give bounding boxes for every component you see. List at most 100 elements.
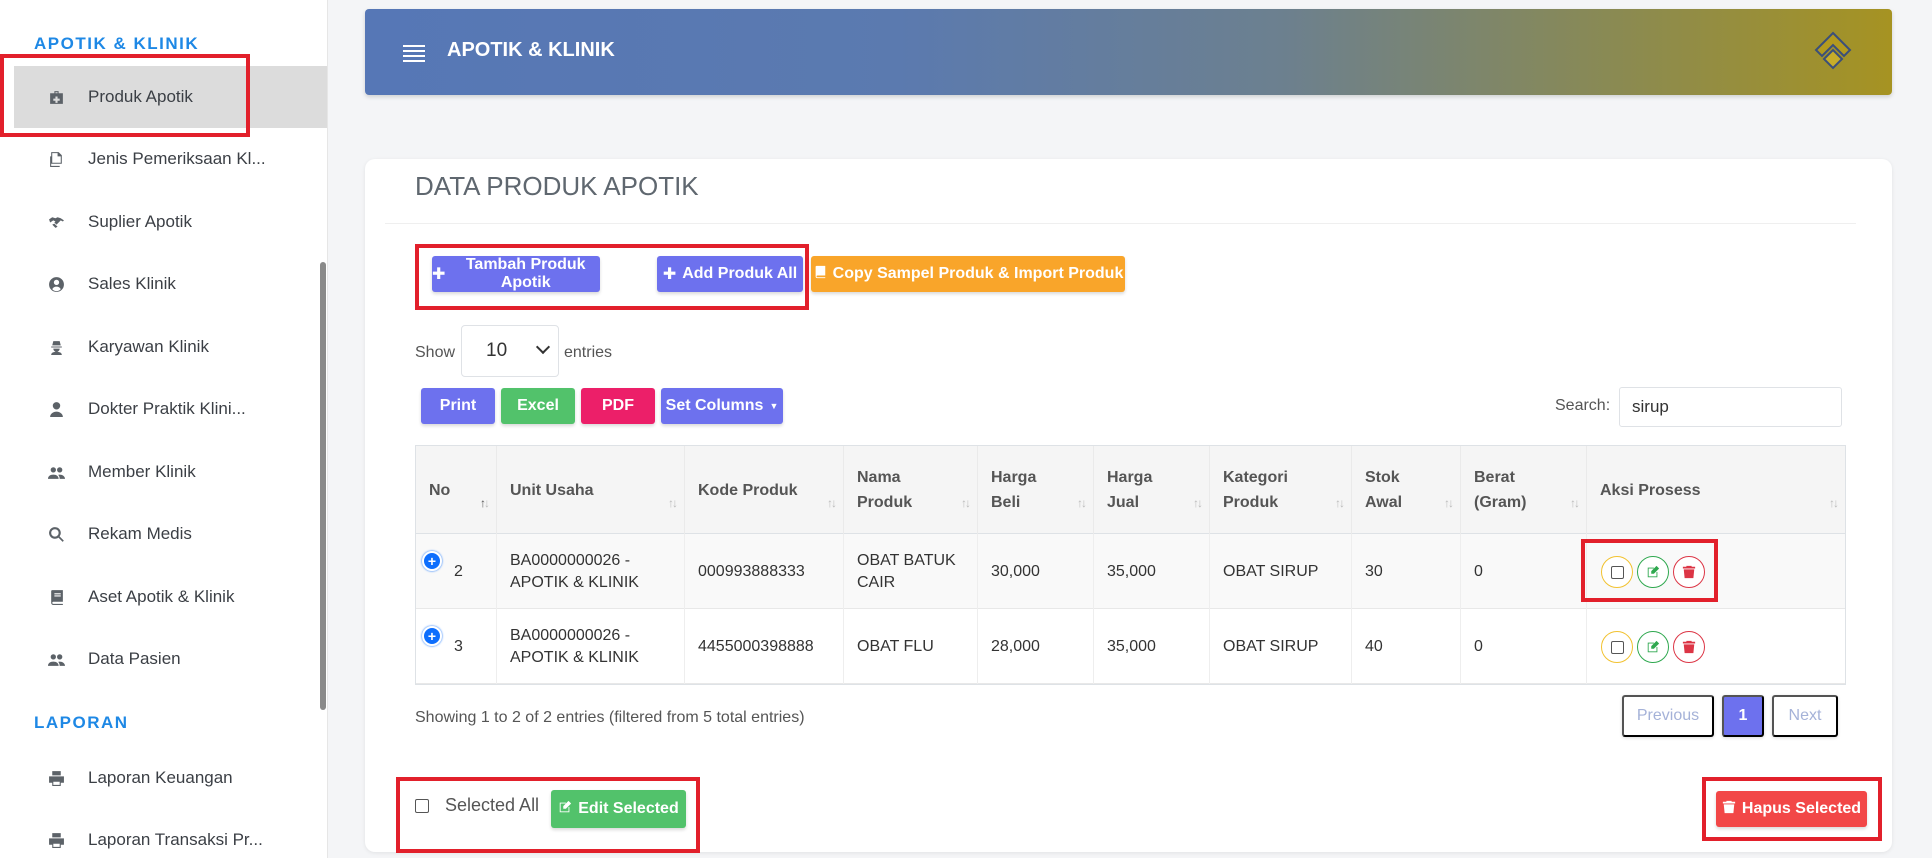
col-header-nama-produk[interactable]: Nama Produk ↑↓	[844, 446, 978, 534]
sidebar: APOTIK & KLINIK Produk Apotik Jenis Peme…	[0, 0, 328, 858]
print-icon	[46, 768, 66, 788]
sidebar-item-produk-apotik[interactable]: Produk Apotik	[14, 66, 327, 128]
cell-kode-produk: 4455000398888	[685, 609, 844, 684]
edit-icon[interactable]	[1637, 631, 1669, 663]
sidebar-section-apotik: APOTIK & KLINIK	[34, 34, 200, 53]
table-header: No ↑↓ Unit Usaha ↑↓ Kode Produk ↑↓ Nama Prod…	[416, 446, 1845, 534]
expand-row-icon[interactable]: +	[422, 626, 442, 646]
copy-sampel-button[interactable]: Copy Sampel Produk & Import Produk	[811, 256, 1125, 292]
col-header-kategori-produk[interactable]: Kategori Produk ↑↓	[1210, 446, 1352, 534]
menu-toggle-icon[interactable]	[403, 45, 425, 62]
cell-stok: 30	[1352, 534, 1461, 609]
sort-icon: ↑↓	[480, 496, 490, 510]
cell-harga-jual: 35,000	[1094, 609, 1210, 684]
col-header-berat[interactable]: Berat (Gram) ↑↓	[1461, 446, 1587, 534]
cell-nama-produk: OBAT FLU	[844, 609, 978, 684]
col-header-stok-awal[interactable]: Stok Awal ↑↓	[1352, 446, 1461, 534]
col-header-harga-beli[interactable]: Harga Beli ↑↓	[978, 446, 1094, 534]
sidebar-item-rekam-medis[interactable]: Rekam Medis	[14, 503, 327, 565]
sidebar-item-label: Dokter Praktik Klini...	[88, 399, 246, 418]
sidebar-item-aset-apotik[interactable]: Aset Apotik & Klinik	[14, 566, 327, 628]
medkit-icon	[46, 87, 66, 107]
cell-stok: 40	[1352, 609, 1461, 684]
sidebar-item-jenis-pemeriksaan[interactable]: Jenis Pemeriksaan Kl...	[14, 128, 327, 190]
excel-button[interactable]: Excel	[501, 388, 575, 424]
cell-no: 3	[440, 609, 497, 684]
produk-table: No ↑↓ Unit Usaha ↑↓ Kode Produk ↑↓ Nama Prod…	[415, 445, 1846, 685]
sort-icon: ↑↓	[961, 496, 971, 510]
app-logo-icon	[1814, 31, 1852, 70]
sort-icon: ↑↓	[1077, 496, 1087, 510]
sidebar-item-label: Produk Apotik	[88, 87, 193, 106]
plus-icon: ✚	[432, 266, 446, 283]
table-row: + 2 BA0000000026 - APOTIK & KLINIK 000993…	[416, 534, 1845, 609]
sidebar-item-label: Laporan Keuangan	[88, 768, 233, 787]
users-icon	[46, 649, 66, 669]
selected-all[interactable]: Selected All	[415, 795, 539, 816]
row-select-checkbox[interactable]	[1601, 631, 1633, 663]
trash-icon[interactable]	[1673, 556, 1705, 588]
cell-berat: 0	[1461, 609, 1587, 684]
col-header-unit-usaha[interactable]: Unit Usaha ↑↓	[497, 446, 685, 534]
user-circle-icon	[46, 274, 66, 294]
search-label: Search:	[1555, 397, 1611, 414]
search-icon	[46, 524, 66, 544]
col-header-aksi[interactable]: Aksi Prosess ↑↓	[1587, 446, 1845, 534]
edit-selected-button[interactable]: Edit Selected	[551, 790, 686, 828]
plus-icon: ✚	[662, 266, 677, 283]
col-header-kode-produk[interactable]: Kode Produk ↑↓	[685, 446, 844, 534]
col-header-no[interactable]: No ↑↓	[416, 446, 497, 534]
entries-label: entries	[564, 344, 613, 361]
show-label: Show	[415, 344, 456, 361]
sidebar-item-data-pasien[interactable]: Data Pasien	[14, 628, 327, 690]
col-header-harga-jual[interactable]: Harga Jual ↑↓	[1094, 446, 1210, 534]
hapus-selected-button[interactable]: Hapus Selected	[1716, 791, 1867, 827]
entries-select[interactable]: 10	[461, 325, 559, 377]
sidebar-item-dokter-praktik[interactable]: Dokter Praktik Klini...	[14, 378, 327, 440]
selected-all-checkbox[interactable]	[415, 798, 429, 813]
sidebar-item-sales-klinik[interactable]: Sales Klinik	[14, 253, 327, 315]
trash-icon[interactable]	[1673, 631, 1705, 663]
cell-unit-usaha: BA0000000026 - APOTIK & KLINIK	[497, 534, 685, 609]
print-button[interactable]: Print	[421, 388, 495, 424]
sidebar-item-label: Jenis Pemeriksaan Kl...	[88, 149, 266, 168]
sort-icon: ↑↓	[668, 496, 678, 510]
sort-icon: ↑↓	[1335, 496, 1345, 510]
sidebar-item-label: Karyawan Klinik	[88, 337, 209, 356]
add-produk-all-button[interactable]: ✚ Add Produk All	[657, 256, 803, 292]
set-columns-button[interactable]: Set Columns ▼	[661, 388, 783, 424]
selected-all-label: Selected All	[445, 795, 540, 815]
cell-harga-beli: 28,000	[978, 609, 1094, 684]
copy-icon	[46, 149, 66, 169]
top-header: APOTIK & KLINIK	[365, 9, 1892, 95]
next-page-button[interactable]: Next	[1772, 695, 1838, 737]
sort-icon: ↑↓	[1444, 496, 1454, 510]
sort-icon: ↑↓	[1570, 496, 1580, 510]
trash-icon	[1722, 800, 1736, 819]
sidebar-item-member-klinik[interactable]: Member Klinik	[14, 441, 327, 503]
sidebar-item-label: Laporan Transaksi Pr...	[88, 830, 263, 849]
edit-icon	[558, 800, 572, 819]
page-1-button[interactable]: 1	[1722, 695, 1764, 737]
sidebar-item-suplier-apotik[interactable]: Suplier Apotik	[14, 191, 327, 253]
sidebar-item-label: Suplier Apotik	[88, 212, 192, 231]
chevron-down-icon	[535, 339, 551, 355]
tambah-produk-button[interactable]: ✚ Tambah Produk Apotik	[432, 256, 600, 292]
previous-page-button[interactable]: Previous	[1622, 695, 1714, 737]
row-select-checkbox[interactable]	[1601, 556, 1633, 588]
users-icon	[46, 462, 66, 482]
sidebar-item-laporan-transaksi[interactable]: Laporan Transaksi Pr...	[14, 809, 327, 858]
cell-berat: 0	[1461, 534, 1587, 609]
sidebar-item-laporan-keuangan[interactable]: Laporan Keuangan	[14, 747, 327, 809]
sidebar-item-karyawan-klinik[interactable]: Karyawan Klinik	[14, 316, 327, 378]
cell-harga-beli: 30,000	[978, 534, 1094, 609]
sidebar-item-label: Rekam Medis	[88, 524, 192, 543]
page-title: DATA PRODUK APOTIK	[415, 171, 699, 201]
edit-icon[interactable]	[1637, 556, 1669, 588]
header-title: APOTIK & KLINIK	[447, 39, 615, 61]
sidebar-scrollbar[interactable]	[320, 262, 326, 710]
search-input[interactable]: sirup	[1619, 387, 1842, 427]
expand-row-icon[interactable]: +	[422, 551, 442, 571]
pdf-button[interactable]: PDF	[581, 388, 655, 424]
sort-icon: ↑↓	[1829, 496, 1839, 510]
